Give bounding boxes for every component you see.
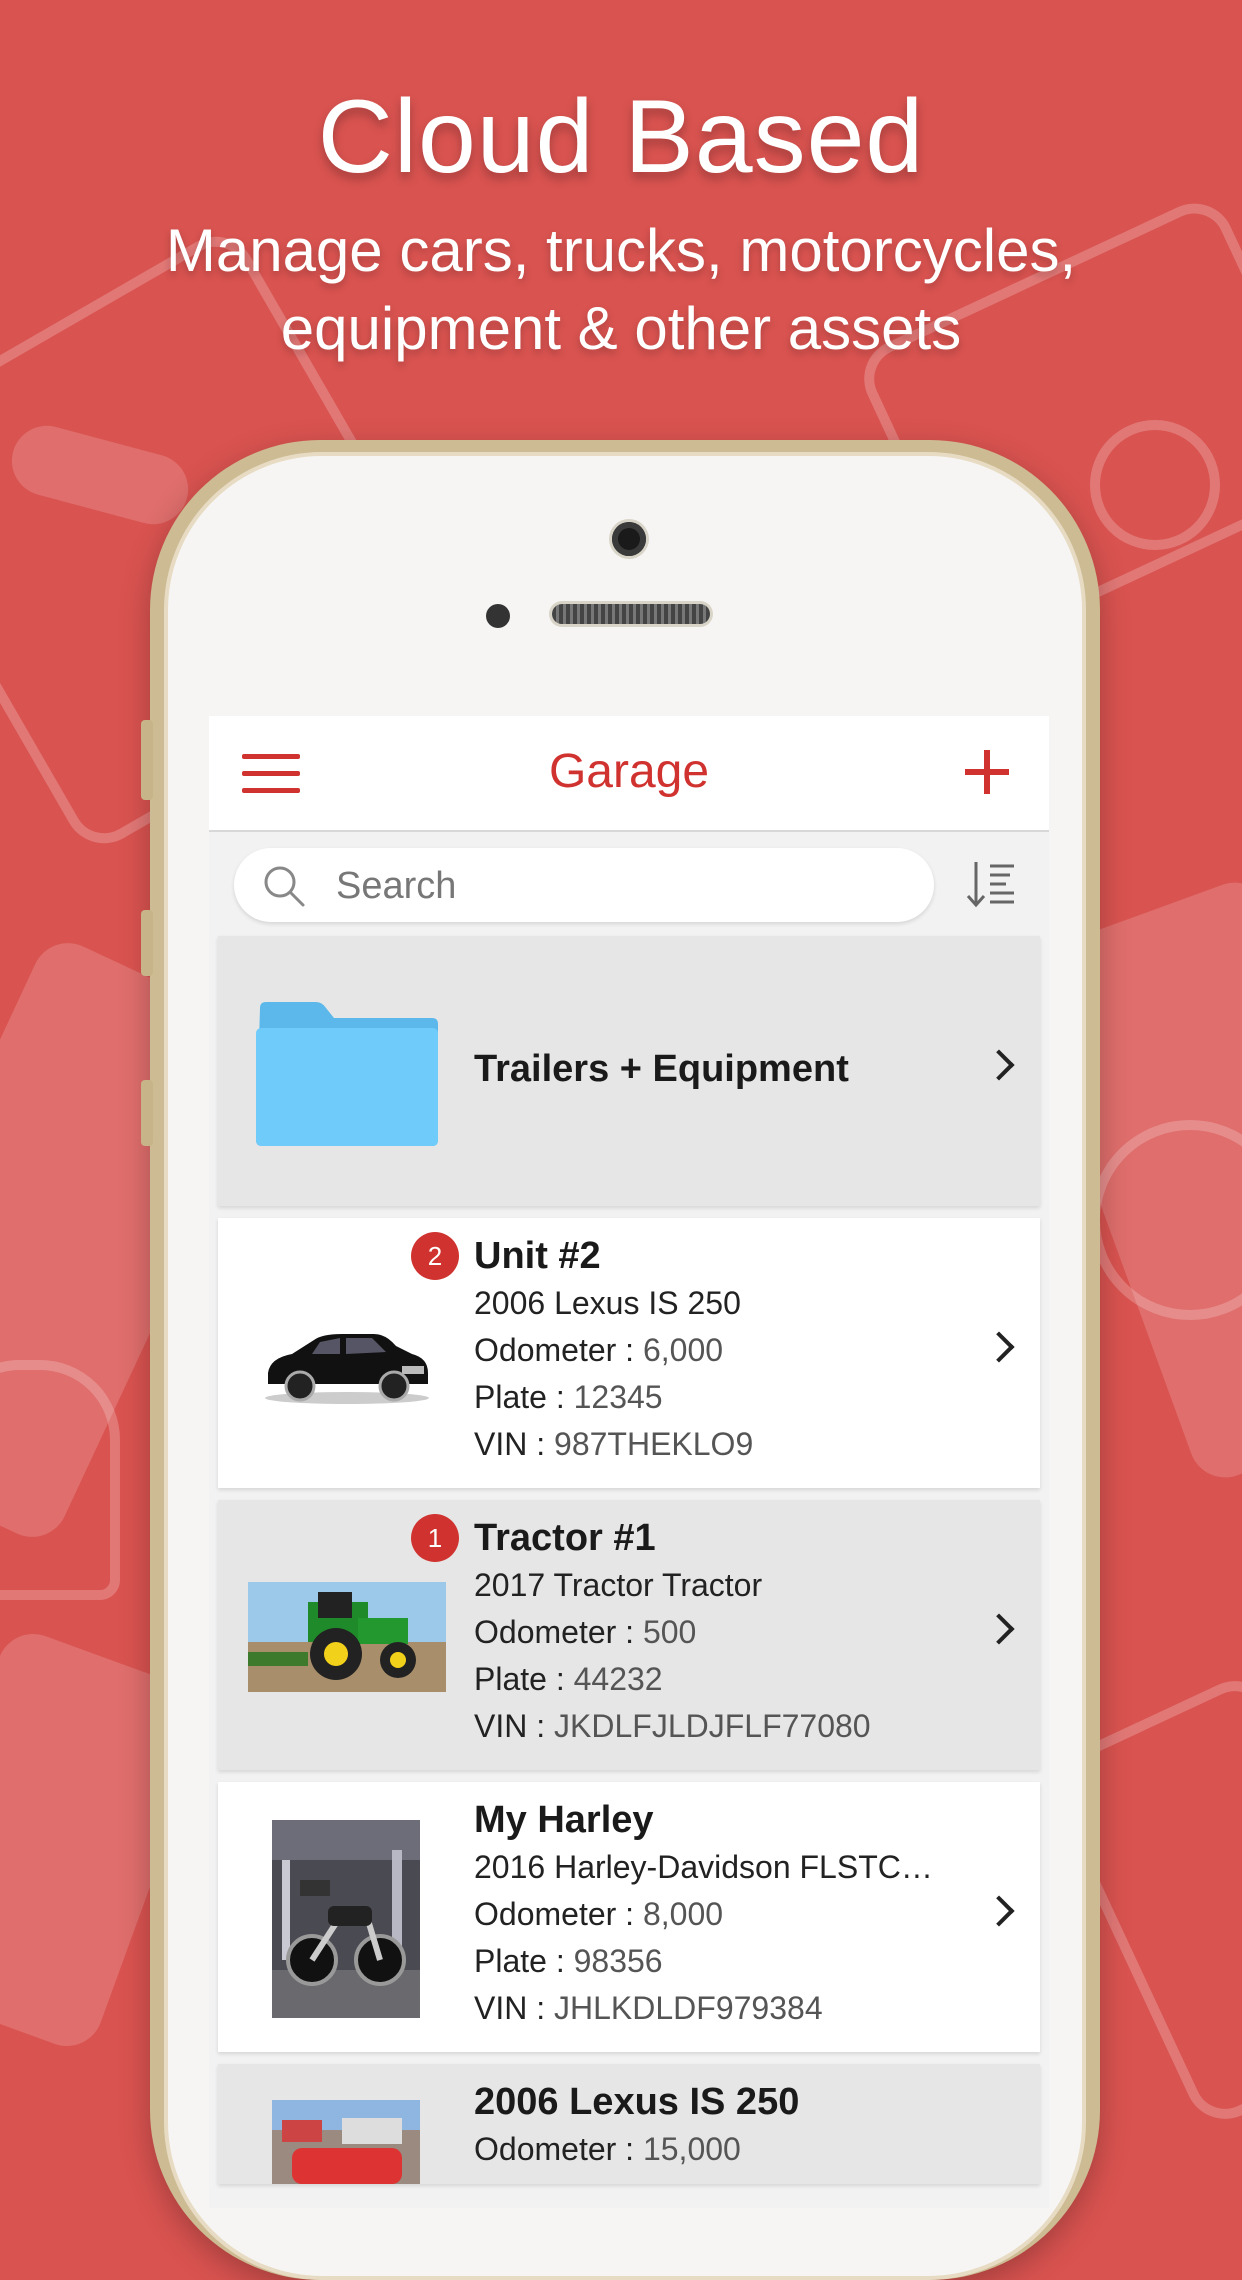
vehicle-model: 2006 Lexus IS 250 [474,1285,741,1321]
volume-down-button [141,1080,153,1146]
notification-badge: 1 [411,1514,459,1562]
volume-up-button [141,910,153,976]
list-item[interactable]: 2 Unit #2 2006 Lexus IS 250 Odometer : 6… [218,1218,1040,1488]
folder-label: Trailers + Equipment [474,1048,849,1090]
vehicle-thumbnail [272,2100,420,2184]
odometer-label: Odometer : [474,1896,643,1932]
plate-label: Plate : [474,1661,574,1697]
vehicle-thumbnail [248,1582,446,1692]
page-title: Garage [548,745,710,798]
vehicle-model: 2017 Tractor Tractor [474,1567,763,1603]
plate-label: Plate : [474,1379,574,1415]
odometer-value: 6,000 [642,1332,724,1368]
vehicle-thumbnail [272,1820,420,2018]
list-item[interactable]: 1 Tractor #1 2017 Tractor Tractor Odomet… [218,1500,1040,1770]
search-input[interactable] [334,858,908,914]
list-item[interactable]: My Harley 2016 Harley-Davidson FLSTC… Od… [218,1782,1040,2052]
folder-icon [256,1002,438,1146]
odometer-line: Odometer : 6,000 [474,1327,974,1374]
vehicle-model: 2016 Harley-Davidson FLSTC… [474,1849,933,1885]
odometer-line: Odometer : 15,000 [474,2126,974,2173]
odometer-label: Odometer : [474,2131,643,2167]
notification-badge: 2 [411,1232,459,1280]
vin-line: VIN : 987THEKLO9 [474,1421,974,1468]
vin-value: 987THEKLO9 [554,1426,754,1462]
vehicle-name: 2006 Lexus IS 250 [474,2081,800,2123]
plate-line: Plate : 98356 [474,1938,974,1985]
odometer-label: Odometer : [474,1332,643,1368]
search-bar[interactable] [234,848,934,922]
vin-label: VIN : [474,1708,555,1744]
banner-subline: Manage cars, trucks, motorcycles, equipm… [165,217,1077,362]
odometer-line: Odometer : 8,000 [474,1891,974,1938]
vehicle-name: Tractor #1 [474,1517,656,1559]
chevron-right-icon [983,1049,1015,1081]
vehicle-name: My Harley [474,1799,654,1841]
earpiece-speaker [552,604,710,624]
chevron-right-icon [983,1895,1015,1927]
search-icon [264,866,305,907]
nav-bar: Garage [209,716,1049,832]
vin-label: VIN : [474,1990,555,2026]
banner-headline: Cloud Based [317,79,925,195]
odometer-value: 500 [642,1614,697,1650]
vin-line: VIN : JKDLFJLDJFLF77080 [474,1703,974,1750]
vehicle-info: Tractor #1 2017 Tractor Tractor Odometer… [474,1514,974,1750]
app-screen: Garage Trailers + Equipment [209,716,1049,2208]
vehicle-info: My Harley 2016 Harley-Davidson FLSTC… Od… [474,1796,974,2032]
vin-value: JHLKDLDF979384 [554,1990,823,2026]
vehicle-info: Unit #2 2006 Lexus IS 250 Odometer : 6,0… [474,1232,974,1468]
odometer-line: Odometer : 500 [474,1609,974,1656]
mute-switch [141,720,153,800]
sort-icon[interactable] [964,856,1020,912]
proximity-sensor [486,604,510,628]
folder-row[interactable]: Trailers + Equipment [218,936,1040,1206]
vehicle-list: Trailers + Equipment 2 Unit #2 2006 Lexu… [218,936,1040,2196]
plate-label: Plate : [474,1943,574,1979]
plate-line: Plate : 44232 [474,1656,974,1703]
front-camera [612,522,646,556]
vin-value: JKDLFJLDJFLF77080 [554,1708,871,1744]
vehicle-info: 2006 Lexus IS 250 Odometer : 15,000 [474,2078,974,2173]
odometer-label: Odometer : [474,1614,643,1650]
list-item[interactable]: 2006 Lexus IS 250 Odometer : 15,000 [218,2064,1040,2184]
plate-line: Plate : 12345 [474,1374,974,1421]
vehicle-thumbnail [265,1334,429,1404]
vin-line: VIN : JHLKDLDF979384 [474,1985,974,2032]
vehicle-name: Unit #2 [474,1235,601,1277]
vin-label: VIN : [474,1426,555,1462]
chevron-right-icon [983,1331,1015,1363]
chevron-right-icon [983,1613,1015,1645]
plate-value: 12345 [573,1379,663,1415]
odometer-value: 15,000 [642,2131,741,2167]
plus-icon[interactable] [965,750,1009,794]
plate-value: 98356 [573,1943,663,1979]
plate-value: 44232 [573,1661,663,1697]
odometer-value: 8,000 [642,1896,724,1932]
